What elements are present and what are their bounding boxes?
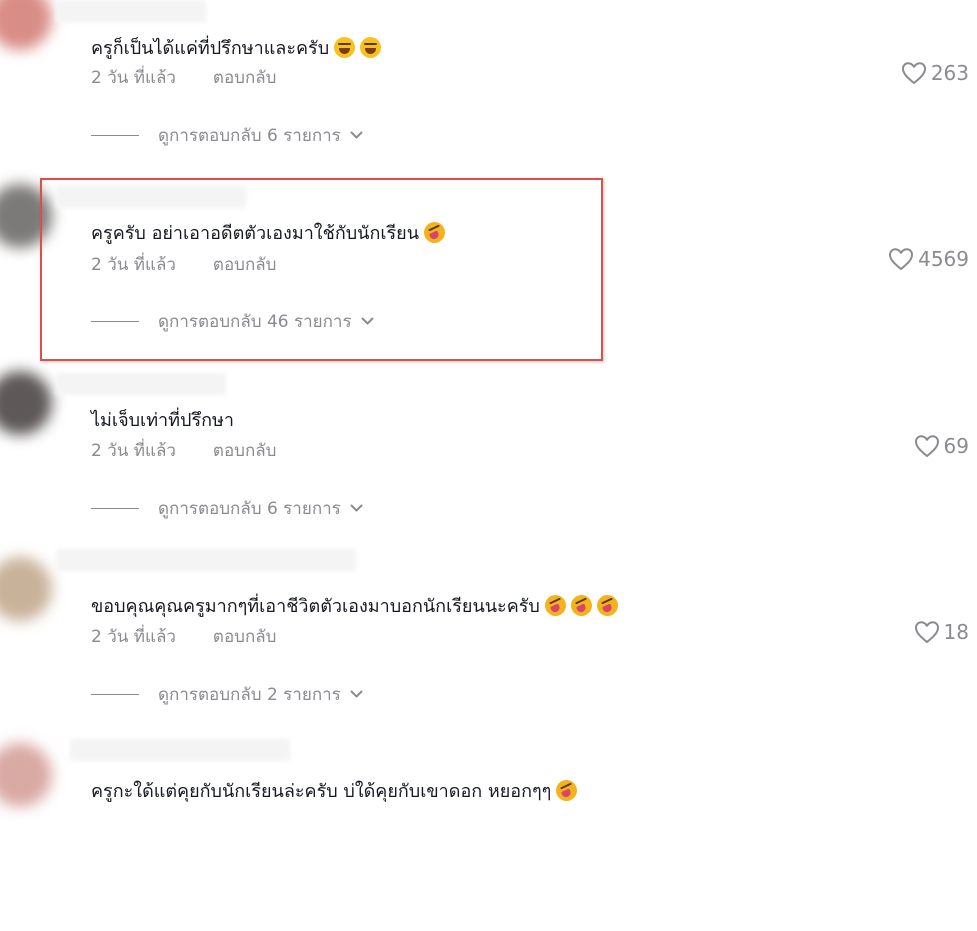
chevron-down-icon [350, 131, 363, 139]
chevron-down-icon [350, 690, 363, 698]
comment-meta: 2 วัน ที่แล้ว ตอบกลับ [91, 64, 276, 91]
view-replies-button[interactable]: ดูการตอบกลับ 2 รายการ [91, 681, 363, 708]
comment-meta: 2 วัน ที่แล้ว ตอบกลับ [91, 437, 276, 464]
reply-button[interactable]: ตอบกลับ [213, 64, 277, 91]
view-replies-button[interactable]: ดูการตอบกลับ 6 รายการ [91, 122, 363, 149]
avatar[interactable] [0, 0, 52, 50]
reply-button[interactable]: ตอบกลับ [213, 623, 277, 650]
avatar[interactable] [0, 371, 52, 435]
like-button[interactable]: 18 [914, 620, 969, 644]
chevron-down-icon [350, 504, 363, 512]
comment-time: 2 วัน ที่แล้ว [91, 441, 176, 461]
like-count: 4569 [918, 247, 969, 271]
avatar[interactable] [0, 557, 52, 621]
comment-item: ครูกะใด้แต่คุยกับนักเรียนล่ะครับ บ่ใด้คุ… [0, 739, 977, 931]
comment-text: ขอบคุณคุณครูมากๆที่เอาชีวิตตัวเองมาบอกนั… [91, 591, 618, 620]
heart-outline-icon [914, 435, 939, 457]
divider-line [91, 694, 139, 695]
username-blurred [56, 0, 206, 22]
comment-time: 2 วัน ที่แล้ว [91, 68, 176, 88]
highlight-frame [40, 178, 603, 361]
like-count: 263 [930, 61, 969, 85]
username-blurred [56, 373, 226, 395]
divider-line [91, 135, 139, 136]
comment-text: ไม่เจ็บเท่าที่ปรึกษา [91, 410, 234, 431]
comment-text: ครูก็เป็นได้แค่ที่ปรึกษาและครับ [91, 33, 382, 62]
view-replies-button[interactable]: ดูการตอบกลับ 6 รายการ [91, 495, 363, 522]
divider-line [91, 508, 139, 509]
joy-emoji-icon [360, 37, 382, 58]
rofl-emoji-icon [570, 595, 592, 616]
view-replies-label: ดูการตอบกลับ 6 รายการ [158, 499, 341, 519]
comment-item: ไม่เจ็บเท่าที่ปรึกษา 2 วัน ที่แล้ว ตอบกล… [0, 371, 977, 559]
comment-item: ขอบคุณคุณครูมากๆที่เอาชีวิตตัวเองมาบอกนั… [0, 549, 977, 745]
avatar[interactable] [0, 743, 52, 807]
like-button[interactable]: 69 [914, 434, 969, 458]
comment-text: ครูกะใด้แต่คุยกับนักเรียนล่ะครับ บ่ใด้คุ… [91, 776, 578, 805]
heart-outline-icon [914, 621, 939, 643]
like-count: 69 [943, 434, 969, 458]
comment-time: 2 วัน ที่แล้ว [91, 627, 176, 647]
rofl-emoji-icon [544, 595, 566, 616]
comment-item: ครูก็เป็นได้แค่ที่ปรึกษาและครับ 2 วัน ที… [0, 0, 977, 186]
joy-emoji-icon [334, 37, 356, 58]
like-button[interactable]: 4569 [888, 247, 969, 271]
view-replies-label: ดูการตอบกลับ 2 รายการ [158, 685, 341, 705]
rofl-emoji-icon [556, 780, 578, 801]
username-blurred [70, 739, 290, 761]
view-replies-label: ดูการตอบกลับ 6 รายการ [158, 126, 341, 146]
like-button[interactable]: 263 [901, 61, 969, 85]
username-blurred [56, 549, 356, 571]
comment-meta: 2 วัน ที่แล้ว ตอบกลับ [91, 623, 276, 650]
like-count: 18 [943, 620, 969, 644]
heart-outline-icon [889, 248, 914, 270]
heart-outline-icon [901, 62, 926, 84]
reply-button[interactable]: ตอบกลับ [213, 437, 277, 464]
rofl-emoji-icon [596, 595, 618, 616]
